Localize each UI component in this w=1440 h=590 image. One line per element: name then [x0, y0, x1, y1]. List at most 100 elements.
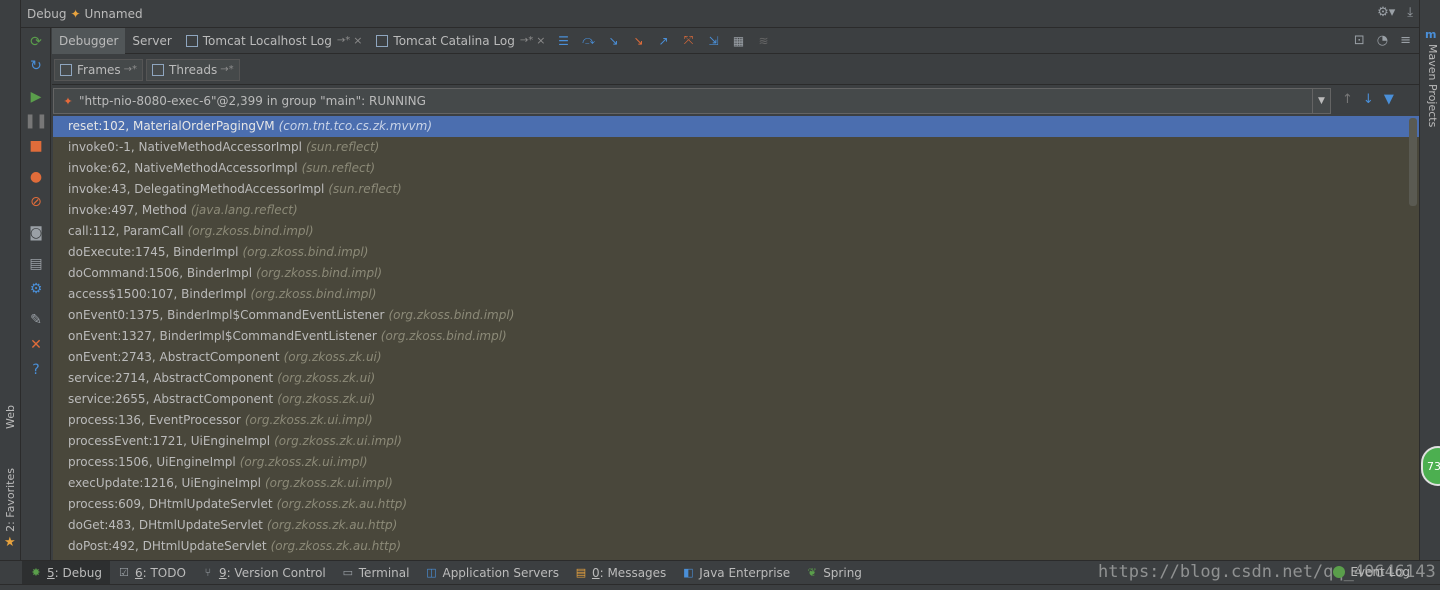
favorites-tool-tab[interactable]: 2: Favorites: [2, 468, 19, 532]
drop-frame-icon[interactable]: ⤧: [682, 33, 696, 48]
frame-row[interactable]: onEvent0:1375, BinderImpl$CommandEventLi…: [53, 305, 1419, 326]
frames-scrollbar[interactable]: [1409, 118, 1417, 206]
tab-tomcat-catalina-log[interactable]: Tomcat Catalina Log →* ×: [369, 28, 552, 54]
frame-package: (org.zkoss.bind.impl): [250, 287, 377, 301]
pin-tab-icon[interactable]: →*: [124, 64, 137, 75]
frame-row[interactable]: invoke:43, DelegatingMethodAccessorImpl(…: [53, 179, 1419, 200]
run-config-icon: ✦: [70, 6, 81, 21]
frame-row[interactable]: doExecute:1745, BinderImpl (org.zkoss.bin…: [53, 242, 1419, 263]
rerun-icon[interactable]: ⟳: [26, 32, 46, 52]
frame-row[interactable]: process:136, EventProcessor (org.zkoss.zk…: [53, 410, 1419, 431]
camera-icon[interactable]: ◙: [26, 223, 46, 243]
tool-version-control[interactable]: ⑂ 9: Version Control: [194, 561, 334, 585]
pin-tab-icon[interactable]: →*: [220, 64, 233, 75]
trace-icon[interactable]: ≋: [757, 34, 771, 48]
frame-package: (org.zkoss.zk.ui): [277, 371, 376, 385]
close-tab-icon[interactable]: ×: [353, 34, 362, 47]
close-tab-icon[interactable]: ×: [536, 34, 545, 47]
menu-icon[interactable]: ≡: [1400, 33, 1411, 48]
event-log-button[interactable]: Event Log: [1333, 560, 1410, 584]
tool-application-servers[interactable]: ◫ Application Servers: [417, 561, 566, 585]
pause-icon[interactable]: ❚❚: [24, 111, 47, 131]
spring-icon: ❦: [807, 565, 817, 579]
tool-debug[interactable]: ✸ 5: Debug: [22, 560, 110, 585]
step-over-icon[interactable]: ⤼: [582, 33, 596, 48]
status-line: [0, 584, 1440, 590]
pin-tab-icon[interactable]: →*: [337, 35, 350, 46]
frame-row[interactable]: onEvent:2743, AbstractComponent (org.zkos…: [53, 347, 1419, 368]
bug-icon: ✸: [31, 565, 41, 579]
frame-row[interactable]: invoke:62, NativeMethodAccessorImpl (sun.…: [53, 158, 1419, 179]
tool-spring[interactable]: ❦ Spring: [798, 561, 870, 585]
help-icon[interactable]: ?: [26, 360, 46, 380]
stop-icon[interactable]: ■: [26, 136, 46, 156]
frame-row[interactable]: call:112, ParamCall (org.zkoss.bind.impl): [53, 221, 1419, 242]
pin-icon[interactable]: ✎: [26, 310, 46, 330]
subtab-threads[interactable]: Threads →*: [146, 58, 240, 81]
tool-java-enterprise[interactable]: ◧ Java Enterprise: [674, 561, 798, 585]
frame-package: (org.zkoss.zk.ui.impl): [264, 476, 393, 490]
run-to-cursor-icon[interactable]: ⇲: [707, 34, 721, 48]
view-breakpoints-icon[interactable]: ●: [26, 167, 46, 187]
arrow-down-icon[interactable]: ↓: [1363, 92, 1374, 107]
left-tool-strip: Web 2: Favorites ★: [0, 0, 21, 560]
gear-icon[interactable]: ⚙▾: [1377, 5, 1395, 20]
settings-icon[interactable]: ⚙: [26, 279, 46, 299]
tool-label: Spring: [823, 565, 862, 580]
frame-row[interactable]: invoke0:-1, NativeMethodAccessorImpl (sun…: [53, 137, 1419, 158]
debug-side-toolbar: ⟳ ↻ ▶ ❚❚ ■ ● ⊘ ◙ ▤ ⚙ ✎ ✕ ?: [21, 28, 51, 560]
step-out-icon[interactable]: ↗: [657, 34, 671, 48]
arrow-up-icon[interactable]: ↑: [1342, 92, 1353, 107]
layout-icon[interactable]: ▤: [26, 254, 46, 274]
frame-method: invoke0:-1, NativeMethodAccessorImpl: [68, 140, 302, 154]
frame-package: (org.zkoss.bind.impl): [187, 224, 314, 238]
maven-projects-tab[interactable]: Maven Projects: [1422, 44, 1439, 127]
frame-method: invoke:497, Method: [68, 203, 187, 217]
force-step-into-icon[interactable]: ↘: [632, 34, 646, 48]
frame-row[interactable]: process:609, DHtmlUpdateServlet (org.zkos…: [53, 494, 1419, 515]
tool-terminal[interactable]: ▭ Terminal: [334, 561, 418, 585]
tool-todo[interactable]: ☑ 6: TODO: [110, 561, 194, 585]
frame-method: doExecute:1745, BinderImpl: [68, 245, 239, 259]
tool-messages[interactable]: ▤ 0: Messages: [567, 561, 674, 585]
show-execution-point-icon[interactable]: ☰: [557, 34, 571, 48]
frame-row[interactable]: reset:102, MaterialOrderPagingVM (com.tnt…: [53, 116, 1419, 137]
resume-icon[interactable]: ▶: [26, 87, 46, 107]
tab-tomcat-localhost-log[interactable]: Tomcat Localhost Log →* ×: [179, 28, 370, 54]
hide-icon[interactable]: ⤓: [1407, 5, 1413, 20]
frame-row[interactable]: access$1500:107, BinderImpl (org.zkoss.bi…: [53, 284, 1419, 305]
frame-row[interactable]: execUpdate:1216, UiEngineImpl (org.zkoss.…: [53, 473, 1419, 494]
close-icon[interactable]: ✕: [26, 335, 46, 355]
frame-row[interactable]: service:2714, AbstractComponent (org.zkos…: [53, 368, 1419, 389]
subtab-frames[interactable]: Frames →*: [54, 58, 144, 81]
tab-server[interactable]: Server: [125, 28, 178, 54]
filter-icon[interactable]: ▼: [1384, 92, 1394, 107]
restart-icon[interactable]: ↻: [26, 56, 46, 76]
frame-package: (org.zkoss.zk.ui): [283, 350, 382, 364]
tab-debugger[interactable]: Debugger: [52, 27, 126, 54]
frame-row[interactable]: invoke:497, Method (java.lang.reflect): [53, 200, 1419, 221]
frame-row[interactable]: doGet:483, DHtmlUpdateServlet (org.zkoss.…: [53, 515, 1419, 536]
frames-icon: [60, 63, 72, 76]
pin-tab-icon[interactable]: →*: [520, 35, 533, 46]
mute-breakpoints-icon[interactable]: ⊘: [26, 192, 46, 212]
gauge-icon[interactable]: ◔: [1377, 33, 1388, 48]
tool-label: Java Enterprise: [699, 565, 791, 580]
frame-row[interactable]: onEvent:1327, BinderImpl$CommandEventLis…: [53, 326, 1419, 347]
restore-layout-icon[interactable]: ⊡: [1354, 33, 1365, 48]
step-into-icon[interactable]: ↘: [607, 34, 621, 48]
frame-row[interactable]: service:2655, AbstractComponent (org.zkos…: [53, 389, 1419, 410]
evaluate-expression-icon[interactable]: ▦: [732, 34, 746, 48]
threads-icon: [152, 63, 165, 76]
thread-selector[interactable]: ✦ "http-nio-8080-exec-6"@2,399 in group …: [53, 88, 1331, 114]
web-tool-tab[interactable]: Web: [2, 405, 19, 429]
chevron-down-icon[interactable]: ▼: [1312, 89, 1330, 113]
frame-row[interactable]: processEvent:1721, UiEngineImpl (org.zkos…: [53, 431, 1419, 452]
maven-tab-label: Maven Projects: [1426, 44, 1439, 128]
frame-package: (sun.reflect): [328, 182, 402, 196]
frame-row[interactable]: doPost:492, DHtmlUpdateServlet (org.zkoss…: [53, 536, 1419, 557]
frame-row[interactable]: doCommand:1506, BinderImpl (org.zkoss.bin…: [53, 263, 1419, 284]
frame-method: service:2714, AbstractComponent: [68, 371, 274, 385]
frame-package: (org.zkoss.zk.ui): [277, 392, 376, 406]
frame-row[interactable]: process:1506, UiEngineImpl (org.zkoss.zk.…: [53, 452, 1419, 473]
